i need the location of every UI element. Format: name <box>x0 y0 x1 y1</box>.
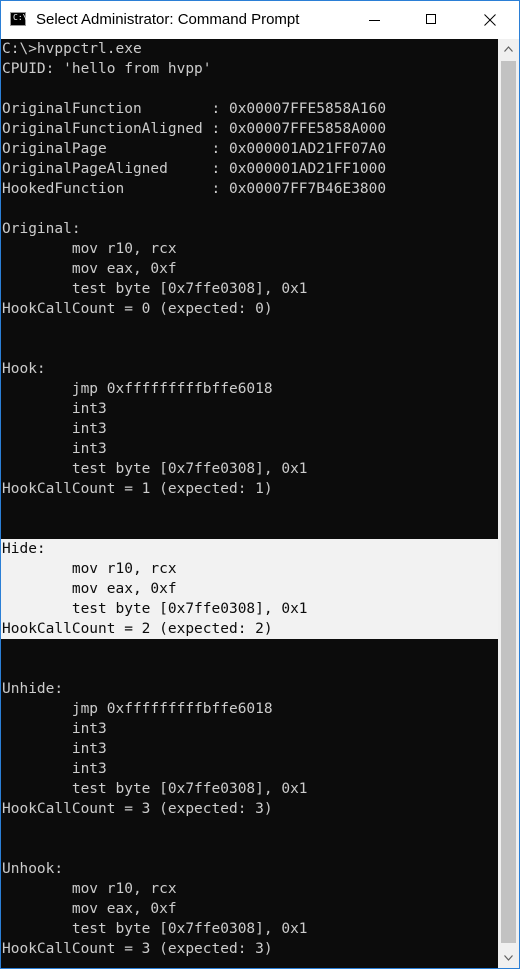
console-line: Hook: <box>2 361 46 377</box>
console-line: test byte [0x7ffe0308], 0x1 <box>2 781 308 797</box>
console-line: HookCallCount = 3 (expected: 3) <box>2 801 273 817</box>
console-line: mov r10, rcx <box>2 561 177 577</box>
console-line: HookCallCount = 1 (expected: 1) <box>2 481 273 497</box>
console-line: int3 <box>2 761 107 777</box>
console-line: OriginalPage : 0x000001AD21FF07A0 <box>2 141 387 157</box>
console-line: int3 <box>2 441 107 457</box>
console-line: mov eax, 0xf <box>2 581 177 597</box>
console-line: mov eax, 0xf <box>2 261 177 277</box>
console-line: test byte [0x7ffe0308], 0x1 <box>2 601 308 617</box>
console-line: test byte [0x7ffe0308], 0x1 <box>2 921 308 937</box>
console-line: test byte [0x7ffe0308], 0x1 <box>2 281 308 297</box>
console-output[interactable]: C:\>hvppctrl.exe CPUID: 'hello from hvpp'… <box>1 39 498 968</box>
console-line: mov r10, rcx <box>2 241 177 257</box>
minimize-icon <box>369 20 380 21</box>
title-bar[interactable]: C:\ Select Administrator: Command Prompt <box>1 1 519 39</box>
console-line: HookCallCount = 2 (expected: 2) <box>2 621 273 637</box>
window-title: Select Administrator: Command Prompt <box>36 11 300 28</box>
vertical-scrollbar[interactable] <box>498 39 519 968</box>
close-button[interactable] <box>467 1 513 39</box>
console-line: jmp 0xfffffffffbffe6018 <box>2 381 273 397</box>
console-line: Unhook: <box>2 861 64 877</box>
close-icon <box>484 14 496 26</box>
command-prompt-icon[interactable]: C:\ <box>10 12 28 26</box>
scroll-up-button[interactable] <box>498 39 519 59</box>
scrollbar-thumb[interactable] <box>501 61 516 943</box>
console-line: mov r10, rcx <box>2 881 177 897</box>
console-line: Unhide: <box>2 681 64 697</box>
console-line: int3 <box>2 741 107 757</box>
chevron-down-icon <box>504 955 513 961</box>
maximize-icon <box>426 14 436 24</box>
console-line: Original: <box>2 221 81 237</box>
console-line: HookCallCount = 3 (expected: 3) <box>2 941 273 957</box>
console-line: Hide: <box>2 541 46 557</box>
minimize-button[interactable] <box>352 1 398 39</box>
console-line: int3 <box>2 421 107 437</box>
console-line: jmp 0xfffffffffbffe6018 <box>2 701 273 717</box>
scroll-down-button[interactable] <box>498 948 519 968</box>
maximize-button[interactable] <box>409 1 455 39</box>
command-prompt-window: C:\ Select Administrator: Command Prompt… <box>0 0 520 969</box>
chevron-up-icon <box>504 46 513 52</box>
console-line: test byte [0x7ffe0308], 0x1 <box>2 461 308 477</box>
console-line: int3 <box>2 721 107 737</box>
console-line: C:\>hvppctrl.exe <box>2 41 142 57</box>
console-line: OriginalFunction : 0x00007FFE5858A160 <box>2 101 387 117</box>
console-line: HookCallCount = 0 (expected: 0) <box>2 301 273 317</box>
console-line: CPUID: 'hello from hvpp' <box>2 61 212 77</box>
console-line: OriginalFunctionAligned : 0x00007FFE5858… <box>2 121 387 137</box>
console-line: HookedFunction : 0x00007FF7B46E3800 <box>2 181 387 197</box>
console-line: OriginalPageAligned : 0x000001AD21FF1000 <box>2 161 387 177</box>
console-line: int3 <box>2 401 107 417</box>
icon-glyph: C:\ <box>13 13 28 22</box>
console-line: mov eax, 0xf <box>2 901 177 917</box>
